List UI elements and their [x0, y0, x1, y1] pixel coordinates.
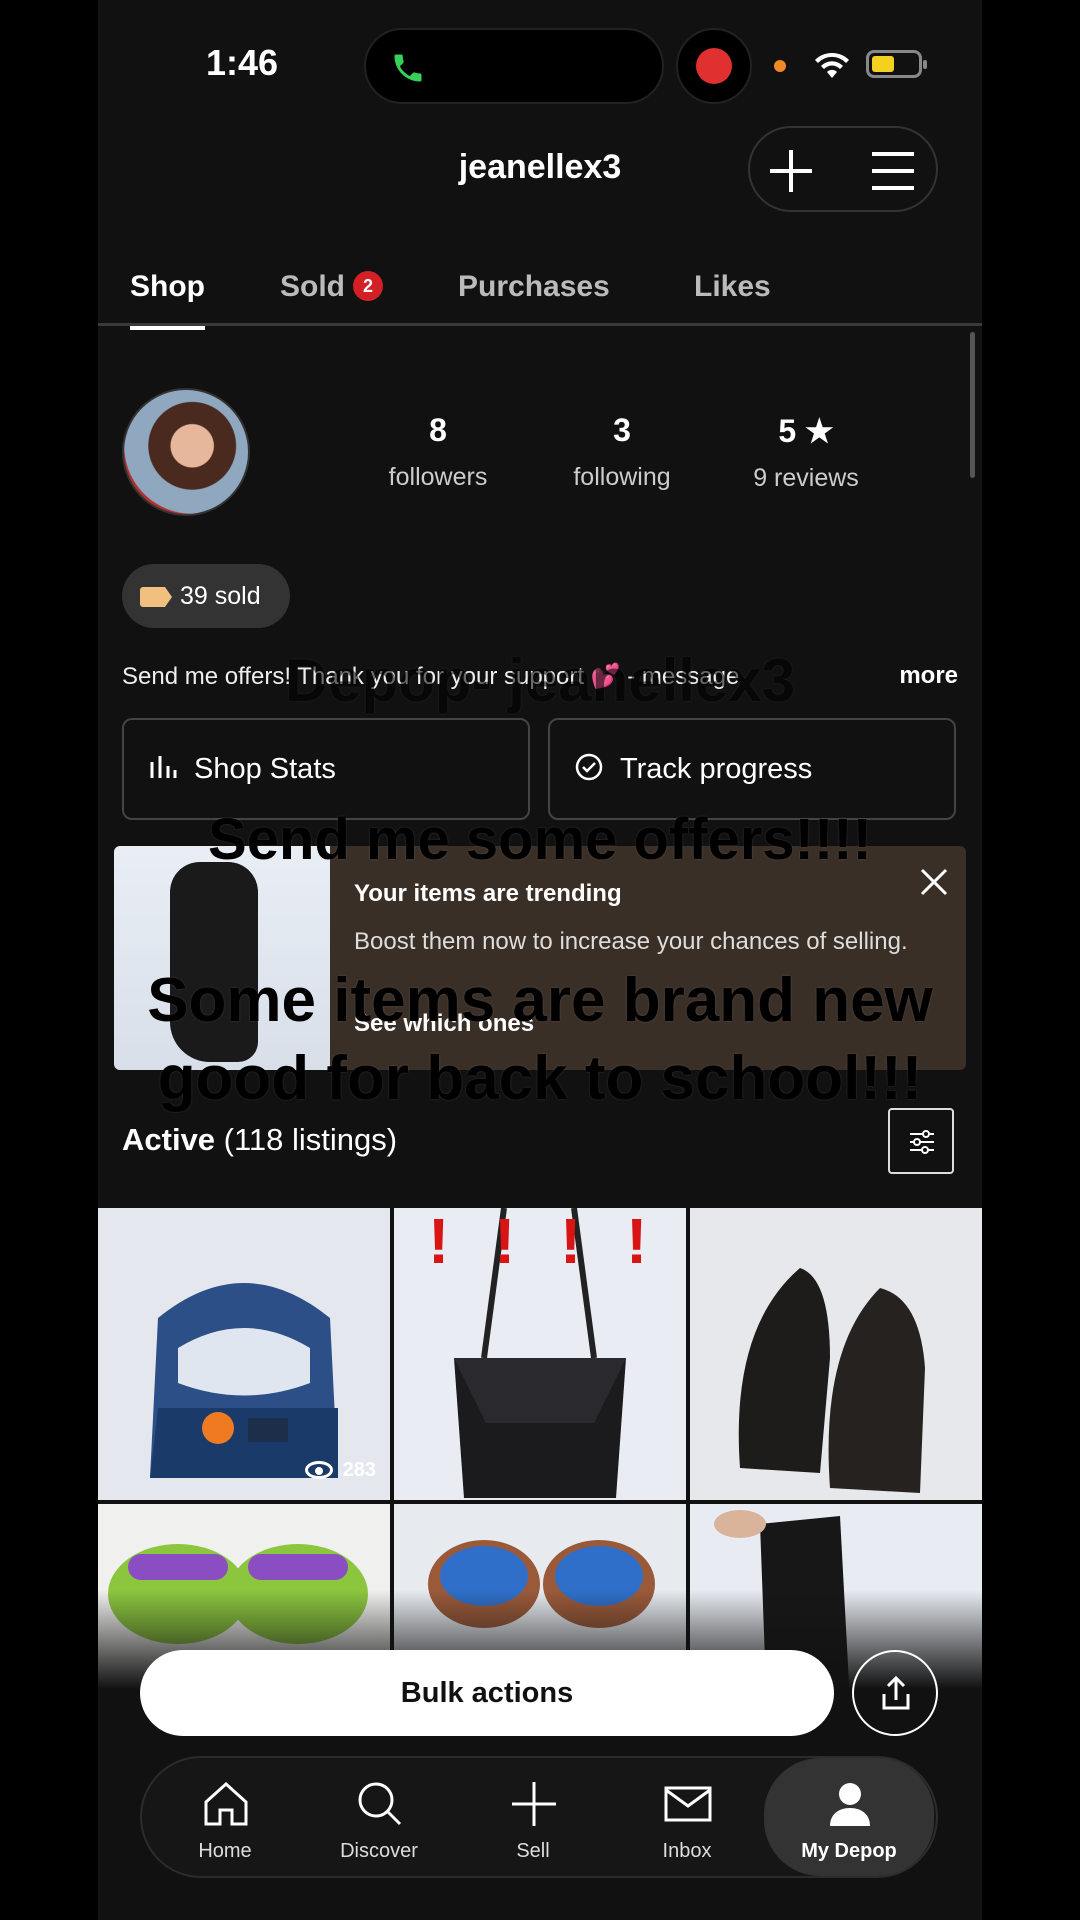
see-which-ones-link[interactable]: See which ones [354, 1010, 534, 1038]
person-icon [830, 1783, 870, 1826]
shop-stats-button[interactable]: Shop Stats [122, 718, 530, 820]
filter-button[interactable] [888, 1108, 954, 1174]
plus-icon [512, 1782, 556, 1826]
share-icon [882, 1675, 910, 1710]
backpack-image [98, 1208, 390, 1500]
tab-shop[interactable]: Shop [130, 270, 205, 330]
red-mark: ! [626, 1208, 648, 1277]
home-icon [204, 1781, 248, 1826]
status-bar: 1:46 [98, 0, 982, 120]
avatar[interactable] [122, 388, 250, 516]
reviews-stat[interactable]: 5 ★ 9 reviews [726, 412, 886, 493]
depop-screen: 1:46 jeanellex3 Shop Sold 2 Purchases Lik… [98, 0, 982, 1920]
trending-item-image [114, 846, 330, 1070]
rating-value: 5 ★ [778, 413, 834, 449]
sold-count-text: 39 sold [180, 582, 261, 610]
bar-chart-icon [150, 756, 177, 778]
active-listings-heading: Active (118 listings) [122, 1122, 397, 1158]
track-progress-button[interactable]: Track progress [548, 718, 956, 820]
boot-shape [170, 862, 258, 1062]
sold-count-pill: 39 sold [122, 564, 290, 628]
nav-discover[interactable]: Discover [304, 1758, 454, 1876]
dynamic-island[interactable] [364, 28, 664, 104]
tab-sold[interactable]: Sold 2 [280, 270, 383, 304]
reviews-label: 9 reviews [753, 464, 859, 492]
status-time: 1:46 [206, 42, 279, 83]
search-icon [358, 1782, 402, 1826]
following-count: 3 [613, 412, 631, 448]
scrollbar[interactable] [970, 332, 975, 478]
track-progress-label: Track progress [620, 753, 813, 785]
red-mark: ! [560, 1208, 582, 1277]
clogs-image [690, 1208, 982, 1500]
nav-my-depop[interactable]: My Depop [764, 1758, 934, 1876]
nav-home[interactable]: Home [150, 1758, 300, 1876]
listing-black-clogs[interactable] [690, 1208, 982, 1500]
wifi-icon [815, 52, 849, 78]
trending-banner[interactable]: Your items are trending Boost them now t… [114, 846, 966, 1070]
followers-label: followers [388, 463, 488, 491]
tab-purchases[interactable]: Purchases [458, 270, 610, 304]
nav-inbox[interactable]: Inbox [612, 1758, 762, 1876]
nav-sell[interactable]: Sell [458, 1758, 608, 1876]
view-count-value: 283 [342, 1459, 376, 1481]
mail-icon [664, 1786, 712, 1822]
red-mark: ! [428, 1208, 450, 1277]
bulk-actions-button[interactable]: Bulk actions [140, 1650, 834, 1736]
sliders-icon [910, 1130, 934, 1154]
mic-indicator-icon [774, 60, 786, 72]
shop-stats-label: Shop Stats [194, 753, 336, 785]
followers-stat[interactable]: 8 followers [358, 412, 518, 492]
tab-purchases-label: Purchases [458, 270, 610, 303]
shop-bio: Send me offers! Thank you for your suppo… [122, 663, 740, 690]
active-label: Active [122, 1122, 216, 1157]
view-count: 283 [304, 1459, 376, 1482]
trending-title: Your items are trending [354, 880, 622, 907]
active-count: (118 listings) [223, 1122, 398, 1157]
screen-recording-icon [676, 28, 752, 104]
close-icon[interactable] [918, 866, 950, 898]
tab-sold-label: Sold [280, 270, 345, 303]
tab-likes[interactable]: Likes [694, 270, 771, 304]
bottom-nav: Home Discover Sell Inbox My Depop [140, 1756, 938, 1878]
phone-icon [394, 54, 422, 82]
nav-sell-label: Sell [516, 1840, 550, 1862]
eye-icon [304, 1461, 333, 1479]
following-label: following [573, 463, 671, 491]
nav-discover-label: Discover [340, 1840, 418, 1862]
nav-my-depop-label: My Depop [801, 1840, 897, 1862]
listing-shark-backpack[interactable]: 283 [98, 1208, 390, 1500]
trending-body: Boost them now to increase your chances … [354, 928, 908, 955]
badge-check-icon [575, 753, 603, 781]
menu-icon[interactable] [868, 148, 918, 194]
price-tag-icon [140, 587, 172, 607]
tab-shop-label: Shop [130, 270, 205, 303]
followers-count: 8 [429, 412, 447, 448]
sold-count-badge: 2 [353, 271, 383, 301]
nav-inbox-label: Inbox [662, 1840, 712, 1862]
red-mark: ! [494, 1208, 516, 1277]
profile-tabs: Shop Sold 2 Purchases Likes [98, 270, 982, 330]
header-actions [748, 126, 938, 212]
nav-home-label: Home [198, 1840, 252, 1862]
tab-likes-label: Likes [694, 270, 771, 303]
listing-black-quilted-bag[interactable]: ! ! ! ! [394, 1208, 686, 1500]
battery-icon [866, 50, 927, 78]
bio-more-link[interactable]: more [893, 662, 958, 690]
share-button[interactable] [852, 1650, 938, 1736]
following-stat[interactable]: 3 following [542, 412, 702, 492]
add-listing-icon[interactable] [766, 146, 816, 196]
